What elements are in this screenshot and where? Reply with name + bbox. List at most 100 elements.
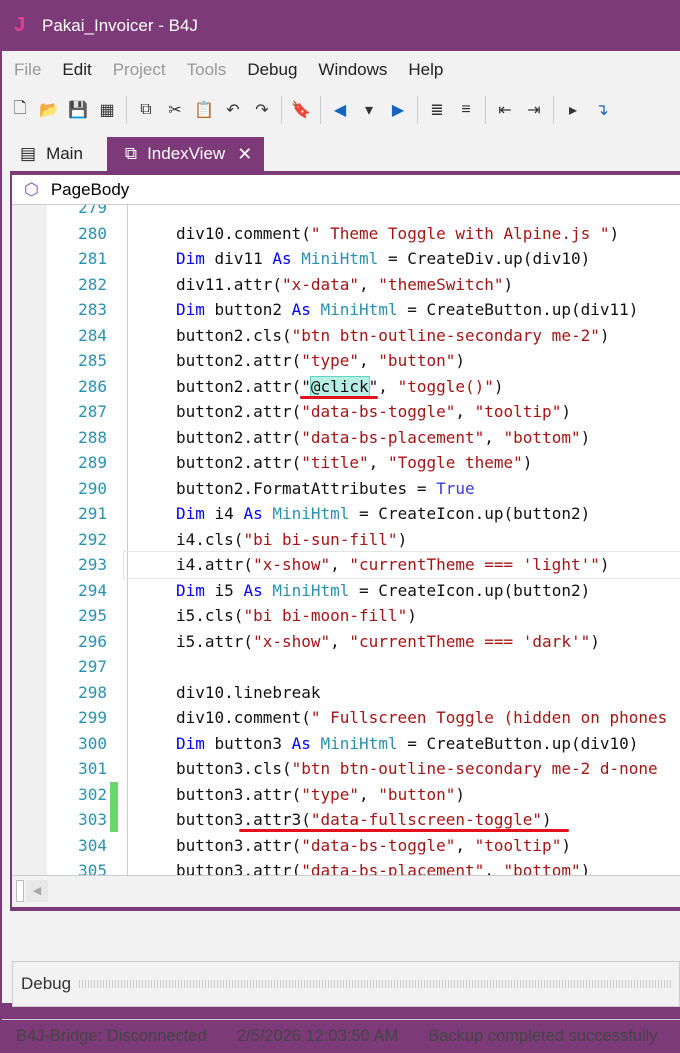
menu-tools[interactable]: Tools <box>187 60 227 80</box>
menu-windows[interactable]: Windows <box>318 60 387 80</box>
code-line[interactable]: 299 div10.comment(" Fullscreen Toggle (hi… <box>12 705 680 731</box>
token-string: "currentTheme === 'light'" <box>349 555 600 574</box>
token-text: button3.attr( <box>176 784 302 804</box>
copy-icon[interactable]: ⧉ <box>136 101 156 119</box>
error-underline <box>239 829 569 832</box>
close-icon[interactable]: ✕ <box>237 144 252 165</box>
menu-project[interactable]: Project <box>113 60 166 80</box>
bookmark-icon[interactable]: 🔖 <box>291 100 311 120</box>
uncomment-icon[interactable]: ≡ <box>456 101 476 119</box>
code-line[interactable]: 284 button2.cls("btn btn-outline-secondar… <box>12 323 680 349</box>
undo-icon[interactable]: ↶ <box>223 100 243 120</box>
redo-icon[interactable]: ↷ <box>252 100 272 120</box>
drag-handle[interactable] <box>79 980 671 988</box>
scroll-left-icon[interactable]: ◀ <box>26 880 48 902</box>
token-text: button3.cls( <box>176 759 292 778</box>
line-number: 279 <box>78 205 107 217</box>
toolbar-separator <box>320 96 321 124</box>
forward-icon[interactable]: ▶ <box>388 100 408 120</box>
paste-icon[interactable]: 📋 <box>194 100 214 120</box>
code-line[interactable]: 282 div11.attr("x-data", "themeSwitch") <box>12 272 680 298</box>
comment-icon[interactable]: ≣ <box>427 100 447 120</box>
token-string: " Fullscreen Toggle (hidden on phones <box>310 708 668 727</box>
token-text: button2.attr( <box>176 453 302 472</box>
token-text: i4.attr( <box>176 555 254 574</box>
code-editor[interactable]: 279 280 div10.comment(" Theme Toggle with … <box>12 205 680 875</box>
token-string: "type" <box>301 784 360 804</box>
code-line[interactable]: 291 Dim i4 As MiniHtml = CreateIcon.up(bu… <box>12 501 680 527</box>
code-line[interactable]: 296 i5.attr("x-show", "currentTheme === '… <box>12 629 680 655</box>
token-string: "tooltip" <box>474 402 562 421</box>
code-line[interactable]: 300 Dim button3 As MiniHtml = CreateButto… <box>12 731 680 757</box>
scrollbar-thumb[interactable] <box>16 880 24 902</box>
run-icon[interactable]: ▸ <box>563 100 583 120</box>
token-text: = CreateButton.up(div11) <box>397 300 639 319</box>
code-line[interactable]: 281 Dim div11 As MiniHtml = CreateDiv.up(… <box>12 246 680 272</box>
code-line[interactable]: 285 button2.attr("type", "button") <box>12 348 680 374</box>
tab-indexview[interactable]: ⧉ IndexView ✕ <box>106 137 265 171</box>
step-icon[interactable]: ↴ <box>592 100 612 120</box>
line-number: 283 <box>78 300 107 319</box>
code-line[interactable]: 294 Dim i5 As MiniHtml = CreateIcon.up(bu… <box>12 578 680 604</box>
line-number: 293 <box>78 555 107 574</box>
token-string: "data-bs-toggle" <box>301 835 456 855</box>
token-string: "title" <box>301 453 369 472</box>
code-line[interactable]: 292 i4.cls("bi bi-sun-fill") <box>12 527 680 553</box>
save-icon[interactable]: 💾 <box>68 100 88 120</box>
token-string: "data-bs-toggle" <box>301 402 456 421</box>
code-line[interactable]: 283 Dim button2 As MiniHtml = CreateButto… <box>12 297 680 323</box>
token-string: "Toggle theme" <box>387 453 523 472</box>
token-type: MiniHtml <box>272 504 350 523</box>
sub-name: PageBody <box>50 179 130 199</box>
token-text: i4 <box>204 504 244 523</box>
back-icon[interactable]: ◀ <box>330 100 350 120</box>
outdent-icon[interactable]: ⇤ <box>495 100 515 120</box>
cut-icon[interactable]: ✂ <box>165 100 185 120</box>
dropdown-icon[interactable]: ▾ <box>359 100 379 120</box>
token-text: ) <box>455 784 465 804</box>
debug-panel: Debug <box>12 961 680 1007</box>
code-line[interactable]: 304 button3.attr("data-bs-toggle", "toolt… <box>12 833 680 859</box>
token-text: ) <box>407 606 417 625</box>
open-folder-icon[interactable]: 📂 <box>39 100 59 120</box>
menu-help[interactable]: Help <box>408 60 443 80</box>
token-text: div10.linebreak <box>176 682 321 702</box>
code-text: Dim i5 As MiniHtml = CreateIcon.up(butto… <box>176 578 590 604</box>
token-text: ) <box>397 529 408 549</box>
new-file-icon[interactable]: 🗋 <box>10 97 30 124</box>
indent-icon[interactable]: ⇥ <box>524 100 544 120</box>
line-number: 292 <box>78 529 107 549</box>
code-line[interactable]: 301 button3.cls("btn btn-outline-secondar… <box>12 756 680 782</box>
code-line[interactable]: 287 button2.attr("data-bs-toggle", "toolt… <box>12 399 680 425</box>
editor-frame: ⬡ PageBody 279 280 div10.comment(" Theme To… <box>10 171 680 911</box>
line-number: 280 <box>78 223 107 243</box>
code-line[interactable]: 293 i4.attr("x-show", "currentTheme === '… <box>78 551 680 579</box>
sub-selector[interactable]: ⬡ PageBody <box>12 175 680 205</box>
line-number: 297 <box>78 657 107 676</box>
token-text: = CreateDiv.up(div10) <box>378 249 591 268</box>
menu-file[interactable]: File <box>14 60 41 80</box>
code-line[interactable]: 302 button3.attr("type", "button") <box>12 781 680 808</box>
menu-debug[interactable]: Debug <box>247 60 297 80</box>
code-line[interactable]: 289 button2.attr("title", "Toggle theme") <box>12 450 680 476</box>
token-type: MiniHtml <box>320 300 398 319</box>
code-line[interactable]: 290 button2.FormatAttributes = True <box>12 476 680 502</box>
token-text: = CreateIcon.up(button2) <box>349 504 591 523</box>
code-line[interactable]: 288 button2.attr("data-bs-placement", "bo… <box>12 425 680 451</box>
code-line[interactable]: 298 div10.linebreak <box>12 680 680 706</box>
save-all-icon[interactable]: ▦ <box>97 100 117 120</box>
code-line[interactable]: 305 button3.attr("data-bs-placement", "bo… <box>12 858 680 875</box>
line-number: 299 <box>78 708 107 727</box>
tab-main[interactable]: ▤ Main <box>2 137 95 171</box>
token-text: i5 <box>204 580 244 600</box>
line-number: 290 <box>78 478 107 498</box>
code-text: button2.FormatAttributes = True <box>176 476 475 502</box>
code-line[interactable]: 295 i5.cls("bi bi-moon-fill") <box>12 603 680 629</box>
code-line[interactable]: 280 div10.comment(" Theme Toggle with Alp… <box>12 221 680 247</box>
horizontal-scrollbar[interactable]: ◀ <box>12 875 680 907</box>
code-line[interactable]: 297 <box>12 654 680 680</box>
menu-edit[interactable]: Edit <box>62 60 91 80</box>
